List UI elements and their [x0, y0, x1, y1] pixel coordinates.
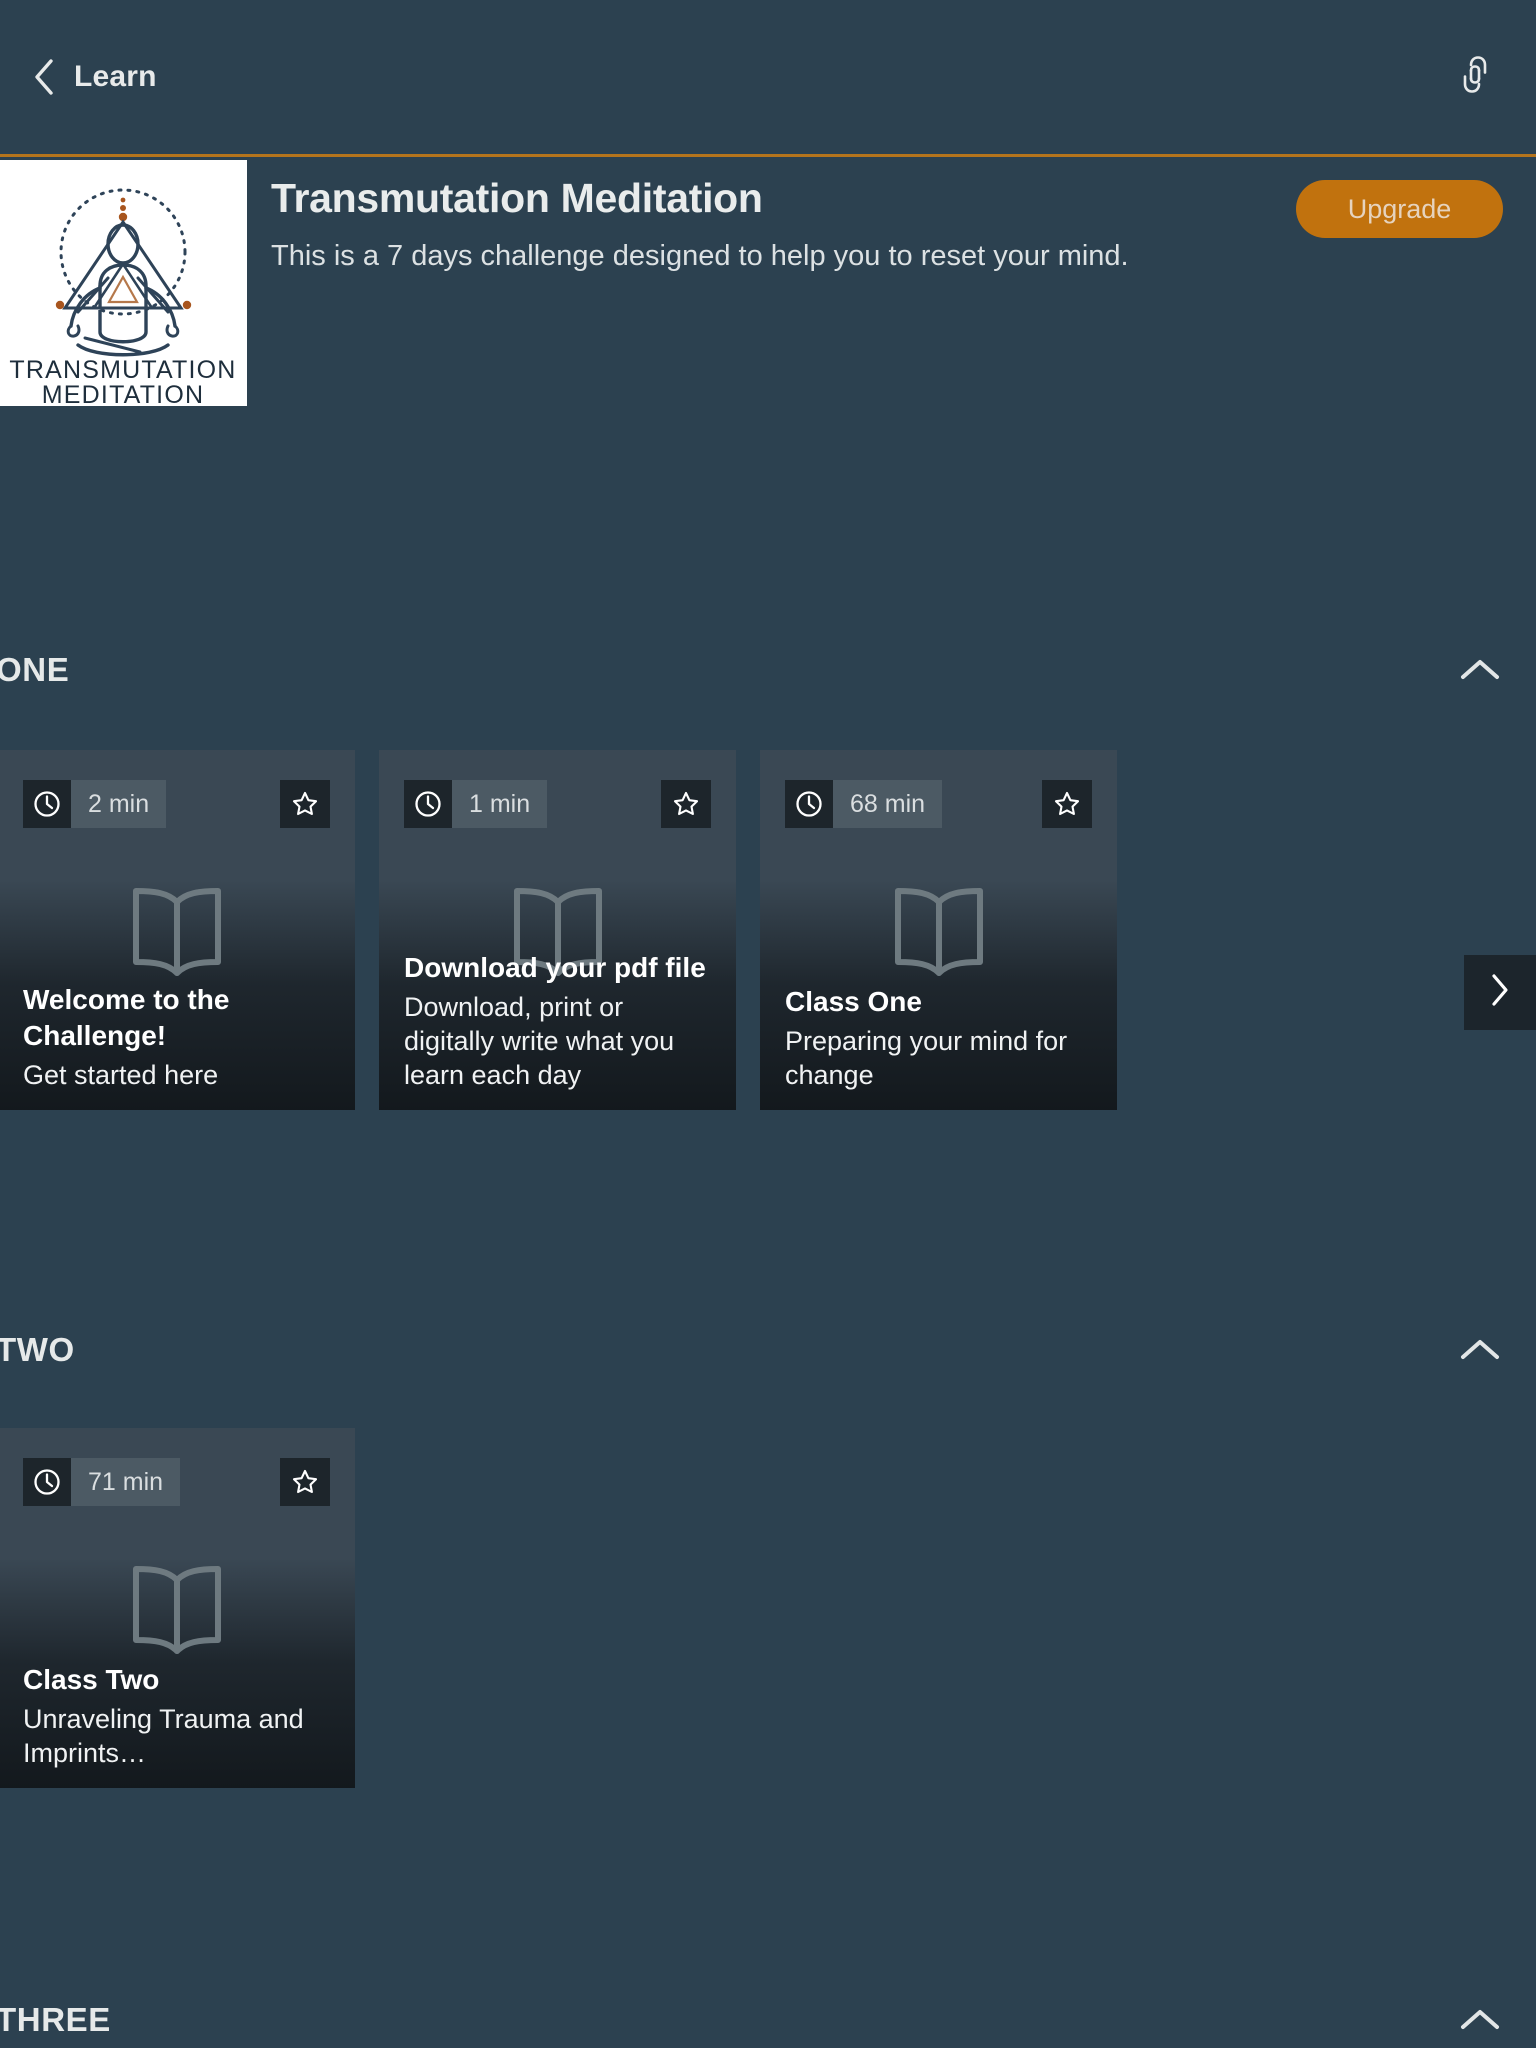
scroll-next-button[interactable]: [1464, 955, 1536, 1030]
book-icon: [0, 880, 355, 984]
top-bar: Learn: [0, 0, 1536, 157]
page-title: Transmutation Meditation: [271, 175, 763, 221]
card-row-one: 2 min Welcome to the Challenge! Get star…: [0, 750, 1536, 1110]
card-row-two: 71 min Class Two Unraveling Trauma and I…: [0, 1428, 1536, 1788]
clock-icon: [785, 780, 833, 828]
card-text: Download your pdf file Download, print o…: [404, 950, 718, 1092]
thumbnail-wordmark-line2: MEDITATION: [42, 381, 204, 406]
card-desc: Get started here: [23, 1059, 219, 1090]
book-icon: [0, 1558, 355, 1662]
duration-badge: 1 min: [404, 780, 548, 828]
star-outline-icon[interactable]: [661, 780, 711, 828]
learn-course-page: Learn TRANSMUTATION MEDITATION Transmuta…: [0, 0, 1536, 2048]
card-text: Class Two Unraveling Trauma and Imprints…: [23, 1662, 337, 1770]
lesson-card[interactable]: 2 min Welcome to the Challenge! Get star…: [0, 750, 355, 1110]
section-header-one: ONE: [0, 640, 1536, 700]
duration-label: 1 min: [452, 780, 548, 828]
chevron-up-icon-three[interactable]: [1458, 2006, 1502, 2034]
back-button[interactable]: Learn: [30, 57, 157, 97]
card-desc: Unraveling Trauma and Imprints…: [23, 1703, 304, 1768]
chevron-up-icon-two[interactable]: [1458, 1336, 1502, 1364]
card-title: Class Two: [23, 1664, 160, 1696]
section-header-three: THREE: [0, 1990, 1536, 2048]
chevron-right-icon: [1489, 973, 1511, 1012]
card-meta: 71 min: [23, 1458, 330, 1506]
section-header-two: TWO: [0, 1320, 1536, 1380]
star-outline-icon[interactable]: [280, 780, 330, 828]
lesson-card[interactable]: 1 min Download your pdf file Download, p…: [379, 750, 736, 1110]
upgrade-button[interactable]: Upgrade: [1296, 180, 1503, 238]
card-text: Welcome to the Challenge! Get started he…: [23, 982, 337, 1092]
chevron-up-icon-one[interactable]: [1458, 656, 1502, 684]
duration-label: 2 min: [71, 780, 167, 828]
back-label: Learn: [74, 60, 157, 93]
duration-badge: 2 min: [23, 780, 167, 828]
duration-badge: 71 min: [23, 1458, 181, 1506]
section-title-two: TWO: [0, 1331, 75, 1368]
section-title-one: ONE: [0, 651, 70, 688]
card-text: Class One Preparing your mind for change: [785, 984, 1099, 1092]
card-desc: Download, print or digitally write what …: [404, 991, 675, 1090]
card-title: Welcome to the Challenge!: [23, 984, 230, 1052]
course-subtitle: This is a 7 days challenge designed to h…: [271, 240, 1129, 272]
duration-label: 68 min: [833, 780, 943, 828]
course-thumbnail: TRANSMUTATION MEDITATION: [0, 160, 247, 406]
star-outline-icon[interactable]: [1042, 780, 1092, 828]
book-icon: [760, 880, 1117, 984]
card-meta: 1 min: [404, 780, 711, 828]
course-header: TRANSMUTATION MEDITATION Transmutation M…: [0, 160, 1536, 490]
card-title: Class One: [785, 986, 922, 1018]
lesson-card[interactable]: 68 min Class One Preparing your mind for…: [760, 750, 1117, 1110]
duration-badge: 68 min: [785, 780, 943, 828]
lesson-card[interactable]: 71 min Class Two Unraveling Trauma and I…: [0, 1428, 355, 1788]
link-icon[interactable]: [1454, 52, 1496, 103]
clock-icon: [23, 1458, 71, 1506]
clock-icon: [404, 780, 452, 828]
card-desc: Preparing your mind for change: [785, 1025, 1068, 1090]
card-meta: 68 min: [785, 780, 1092, 828]
card-title: Download your pdf file: [404, 952, 706, 984]
star-outline-icon[interactable]: [280, 1458, 330, 1506]
chevron-left-icon: [30, 57, 58, 97]
card-meta: 2 min: [23, 780, 330, 828]
thumbnail-wordmark-line1: TRANSMUTATION: [9, 356, 236, 384]
clock-icon: [23, 780, 71, 828]
section-title-three: THREE: [0, 2001, 111, 2038]
duration-label: 71 min: [71, 1458, 181, 1506]
